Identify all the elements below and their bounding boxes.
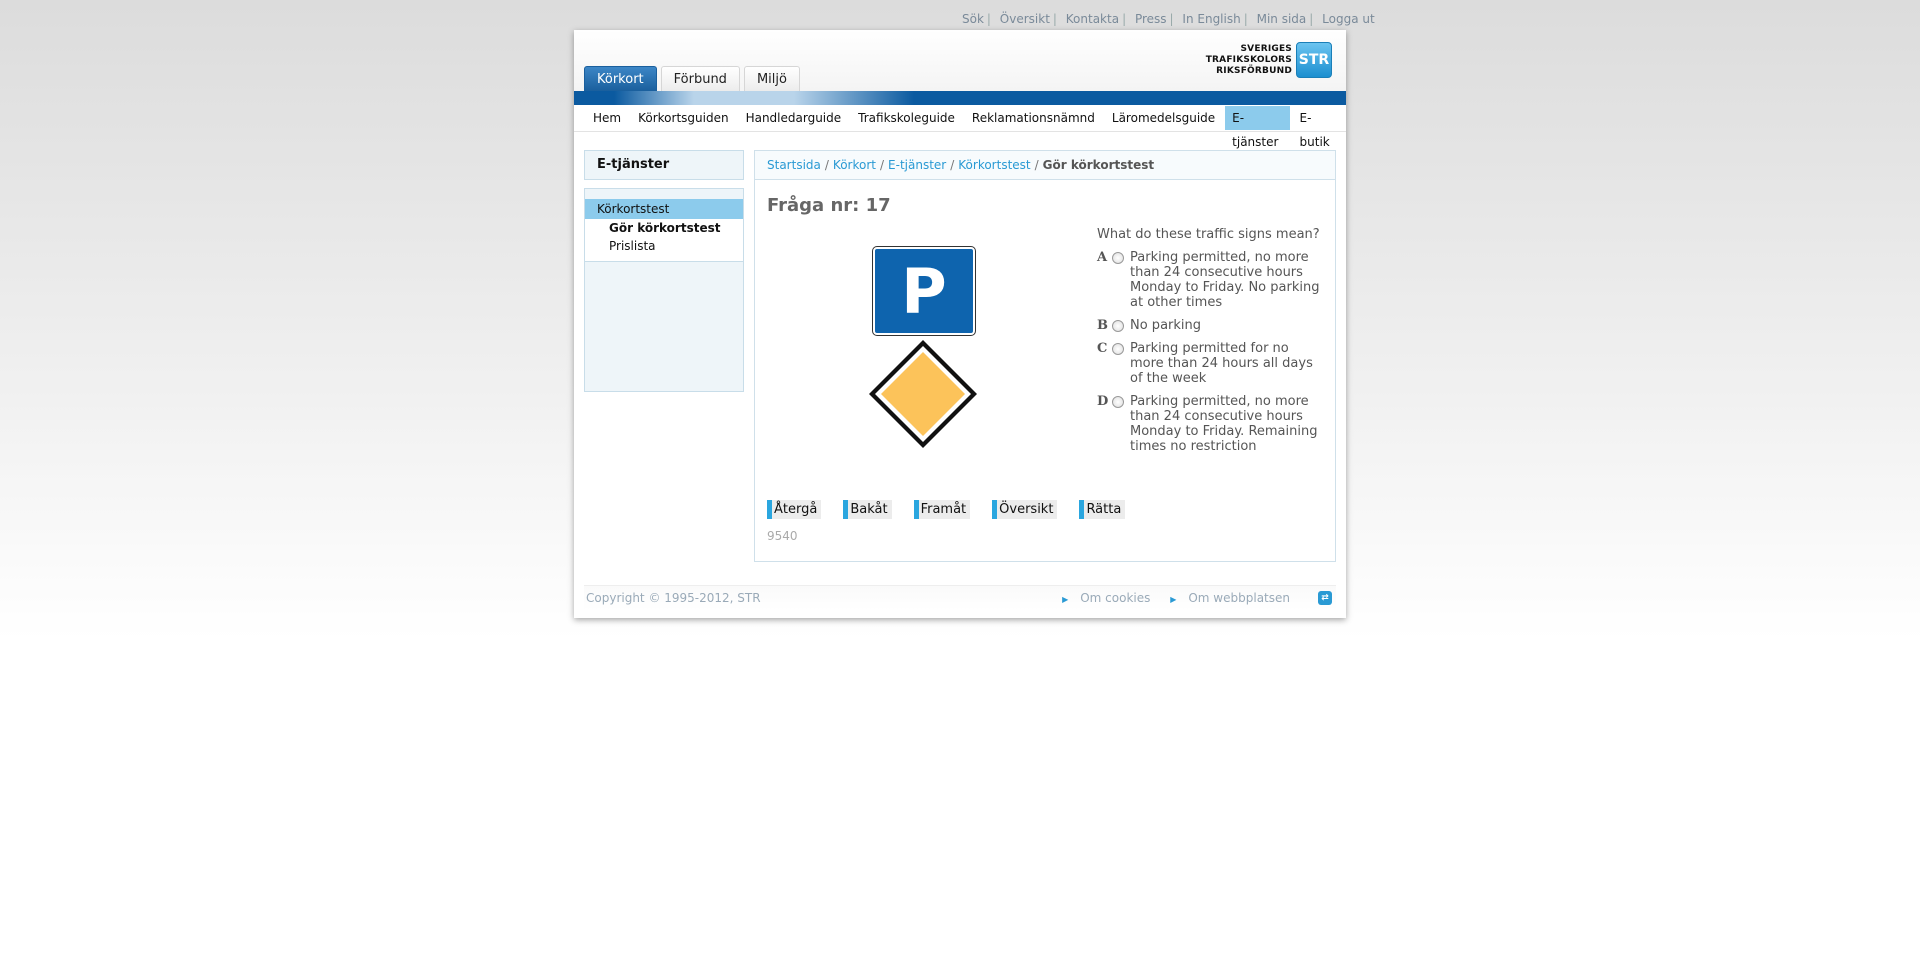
top-link-english[interactable]: In English (1182, 12, 1240, 26)
site-header: SVERIGES TRAFIKSKOLORS RIKSFÖRBUND STR K… (574, 30, 1346, 91)
option-text: Parking permitted, no more than 24 conse… (1130, 394, 1318, 454)
tab-korkort[interactable]: Körkort (584, 66, 657, 91)
sidebar-menu: Körkortstest Gör körkortstest Prislista (584, 188, 744, 392)
sidebar-title: E-tjänster (584, 150, 744, 180)
forward-button[interactable]: Framåt (913, 500, 971, 519)
option-letter: D (1097, 394, 1109, 409)
sidebar-list: Körkortstest Gör körkortstest Prislista (585, 199, 743, 262)
footer-link-cookies[interactable]: ▶ Om cookies (1054, 591, 1150, 605)
option-letter: C (1097, 341, 1108, 356)
question-number: Fråga nr: 17 (767, 195, 891, 216)
sidebar: E-tjänster Körkortstest Gör körkortstest… (584, 150, 744, 392)
page-container: SVERIGES TRAFIKSKOLORS RIKSFÖRBUND STR K… (574, 30, 1346, 618)
copyright: Copyright © 1995-2012, STR (586, 591, 761, 605)
breadcrumb-korkort[interactable]: Körkort (833, 158, 876, 172)
answer-option-a: A Parking permitted, no more than 24 con… (1097, 250, 1322, 310)
answer-option-b: B No parking (1097, 318, 1322, 333)
top-link-search[interactable]: Sök (962, 12, 984, 26)
nav-e-tjanster[interactable]: E-tjänster (1225, 106, 1290, 149)
nav-e-butik[interactable]: E-butik (1293, 106, 1343, 149)
top-link-my-page[interactable]: Min sida (1257, 12, 1307, 26)
return-button[interactable]: Återgå (767, 500, 822, 519)
parking-sign-icon: P (872, 246, 976, 336)
overview-button[interactable]: Översikt (992, 500, 1058, 519)
header-divider-bar (574, 91, 1346, 105)
option-text: Parking permitted, no more than 24 conse… (1130, 250, 1320, 310)
traffic-signs: P (869, 246, 977, 454)
top-link-overview[interactable]: Översikt (1000, 12, 1050, 26)
str-logo[interactable]: SVERIGES TRAFIKSKOLORS RIKSFÖRBUND STR (1206, 42, 1332, 78)
sidebar-item-korkortstest[interactable]: Körkortstest (585, 199, 743, 219)
question-panel: Startsida / Körkort / E-tjänster / Körkortstes… (754, 150, 1336, 562)
footer-link-about[interactable]: ▶ Om webbplatsen (1162, 591, 1290, 605)
logo-text: SVERIGES TRAFIKSKOLORS RIKSFÖRBUND (1205, 43, 1292, 76)
breadcrumb: Startsida / Körkort / E-tjänster / Körkortstes… (755, 151, 1335, 180)
top-utility-nav: Sök | Översikt | Kontakta | Press | In Engli… (962, 12, 1375, 26)
back-button[interactable]: Bakåt (843, 500, 892, 519)
nav-trafikskoleguide[interactable]: Trafikskoleguide (851, 106, 962, 130)
nav-reklamationsnamnd[interactable]: Reklamationsnämnd (965, 106, 1102, 130)
top-link-logout[interactable]: Logga ut (1322, 12, 1375, 26)
answer-option-d: D Parking permitted, no more than 24 con… (1097, 394, 1322, 454)
section-tabs: Körkort Förbund Miljö (584, 66, 804, 91)
main-nav: Hem Körkortsguiden Handledarguide Trafik… (574, 105, 1346, 149)
tab-miljo[interactable]: Miljö (743, 66, 800, 91)
quiz-buttons: Återgå Bakåt Framåt Översikt Rätta (767, 500, 1147, 519)
nav-laromedelsguide[interactable]: Läromedelsguide (1105, 106, 1222, 130)
site-footer: Copyright © 1995-2012, STR ▶ Om cookies ▶… (584, 585, 1336, 610)
radio-option-b[interactable] (1112, 320, 1124, 332)
answer-option-c: C Parking permitted for no more than 24 … (1097, 341, 1322, 386)
top-link-press[interactable]: Press (1135, 12, 1167, 26)
logo-mark: STR (1296, 42, 1332, 78)
footer-links: ▶ Om cookies ▶ Om webbplatsen (1046, 586, 1290, 612)
breadcrumb-e-tjanster[interactable]: E-tjänster (888, 158, 946, 172)
radio-option-a[interactable] (1112, 252, 1124, 264)
nav-hem[interactable]: Hem (586, 106, 628, 130)
top-link-contact[interactable]: Kontakta (1066, 12, 1119, 26)
option-text: No parking (1130, 318, 1202, 333)
question-block: What do these traffic signs mean? A Park… (1097, 227, 1322, 454)
arrow-icon: ▶ (1062, 595, 1069, 604)
nav-handledarguide[interactable]: Handledarguide (739, 106, 849, 130)
radio-option-d[interactable] (1112, 396, 1124, 408)
question-text: What do these traffic signs mean? (1097, 227, 1320, 242)
tab-forbund[interactable]: Förbund (660, 66, 740, 91)
priority-road-sign-icon (869, 340, 977, 448)
sidebar-item-prislista[interactable]: Prislista (585, 237, 743, 255)
breadcrumb-startsida[interactable]: Startsida (767, 158, 821, 172)
option-text: Parking permitted for no more than 24 ho… (1130, 341, 1313, 386)
option-letter: B (1097, 318, 1108, 333)
breadcrumb-current: Gör körkortstest (1042, 158, 1155, 172)
arrow-icon: ▶ (1170, 595, 1177, 604)
sidebar-item-gor-korkortstest[interactable]: Gör körkortstest (585, 219, 743, 237)
breadcrumb-korkortstest[interactable]: Körkortstest (958, 158, 1030, 172)
option-letter: A (1097, 250, 1108, 265)
grade-button[interactable]: Rätta (1079, 500, 1126, 519)
radio-option-c[interactable] (1112, 343, 1124, 355)
teamviewer-icon[interactable]: ⇄ (1318, 591, 1332, 605)
question-id: 9540 (767, 529, 798, 543)
nav-korkortsguiden[interactable]: Körkortsguiden (631, 106, 735, 130)
